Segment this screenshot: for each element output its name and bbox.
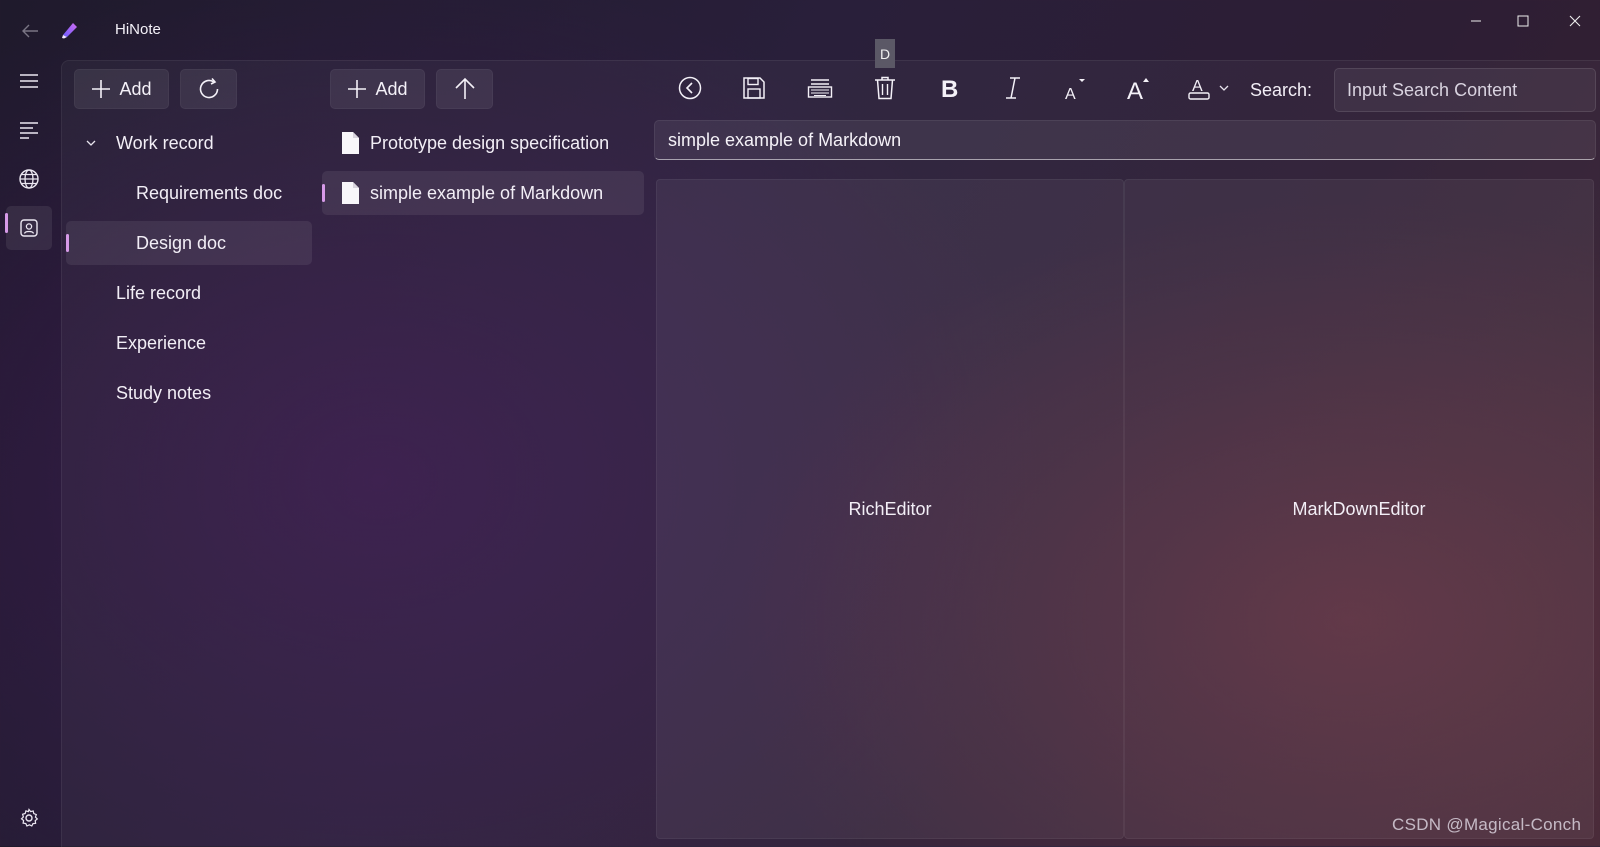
selection-indicator bbox=[66, 234, 69, 252]
list-lines-icon bbox=[20, 122, 38, 139]
tree-item-label: Experience bbox=[116, 333, 207, 353]
note-title-input[interactable] bbox=[654, 120, 1596, 160]
svg-text:A: A bbox=[1065, 86, 1076, 101]
globe-icon bbox=[19, 169, 39, 189]
keyboard-button[interactable] bbox=[800, 68, 840, 108]
tree-item-label: Life record bbox=[116, 283, 202, 303]
chevron-down-icon bbox=[86, 140, 96, 146]
save-button[interactable] bbox=[734, 68, 774, 108]
back-circle-icon bbox=[678, 76, 702, 100]
document-icon bbox=[342, 132, 359, 154]
tree-item-label: Study notes bbox=[116, 383, 212, 403]
hamburger-icon bbox=[20, 74, 38, 88]
keyboard-icon bbox=[807, 79, 833, 98]
close-button[interactable] bbox=[1552, 6, 1598, 36]
nav-notes-list[interactable] bbox=[6, 108, 52, 152]
watermark: CSDN @Magical-Conch bbox=[1392, 815, 1582, 834]
tree-item-experience[interactable]: Experience bbox=[66, 321, 312, 365]
font-size-increase-icon: A bbox=[1127, 78, 1149, 101]
tree-item-work-record[interactable]: Work record bbox=[66, 121, 312, 165]
delete-button[interactable] bbox=[865, 68, 905, 108]
maximize-button[interactable] bbox=[1500, 6, 1546, 36]
bold-icon: B bbox=[941, 76, 958, 100]
minimize-icon bbox=[1471, 20, 1481, 22]
tree-item-life-record[interactable]: Life record bbox=[66, 271, 312, 315]
font-size-increase-button[interactable]: A bbox=[1119, 68, 1159, 108]
note-item-prototype-design[interactable]: Prototype design specification bbox=[322, 121, 644, 165]
tree-item-design-doc[interactable]: Design doc bbox=[66, 221, 312, 265]
selection-indicator bbox=[322, 184, 325, 202]
font-size-decrease-button[interactable]: A bbox=[1056, 68, 1096, 108]
italic-icon bbox=[1006, 77, 1020, 99]
note-item-label: Prototype design specification bbox=[370, 133, 610, 153]
document-icon bbox=[342, 182, 359, 204]
add-category-button[interactable]: Add bbox=[74, 69, 169, 109]
nav-selection-indicator bbox=[5, 213, 8, 233]
search-label: Search: bbox=[1250, 80, 1313, 100]
markdown-editor-pane[interactable]: MarkDownEditor bbox=[1124, 179, 1594, 839]
plus-icon bbox=[348, 80, 367, 98]
note-item-label: simple example of Markdown bbox=[370, 183, 604, 203]
font-color-button[interactable]: A bbox=[1180, 68, 1236, 108]
refresh-button[interactable] bbox=[180, 69, 237, 109]
chevron-down-icon bbox=[1219, 85, 1229, 91]
add-note-label: Add bbox=[375, 78, 408, 99]
rich-editor-label: RichEditor bbox=[848, 498, 932, 519]
settings-button[interactable] bbox=[6, 796, 52, 840]
tree-item-study-notes[interactable]: Study notes bbox=[66, 371, 312, 415]
arrow-left-icon bbox=[22, 24, 38, 38]
app-logo-icon bbox=[58, 18, 82, 42]
tree-item-label: Design doc bbox=[136, 233, 227, 253]
nav-web[interactable] bbox=[6, 157, 52, 201]
delete-icon bbox=[875, 76, 895, 100]
font-color-icon: A bbox=[1188, 78, 1210, 100]
save-icon bbox=[743, 77, 765, 99]
tree-item-label: Work record bbox=[116, 133, 214, 153]
back-note-button[interactable] bbox=[670, 68, 710, 108]
svg-text:A: A bbox=[1127, 78, 1143, 101]
nav-contacts[interactable] bbox=[6, 206, 52, 250]
gear-icon bbox=[20, 808, 39, 827]
refresh-icon bbox=[199, 77, 218, 99]
font-size-decrease-icon: A bbox=[1065, 79, 1085, 101]
minimize-button[interactable] bbox=[1453, 6, 1499, 36]
hamburger-menu-button[interactable] bbox=[6, 59, 52, 103]
tree-item-label: Requirements doc bbox=[136, 183, 283, 203]
note-item-markdown-example[interactable]: simple example of Markdown bbox=[322, 171, 644, 215]
search-input[interactable] bbox=[1334, 68, 1596, 112]
back-button[interactable] bbox=[14, 16, 46, 46]
move-up-button[interactable] bbox=[436, 69, 493, 109]
svg-text:B: B bbox=[941, 76, 958, 100]
add-category-label: Add bbox=[119, 78, 152, 99]
app-title: HiNote bbox=[115, 21, 161, 38]
plus-icon bbox=[92, 80, 111, 98]
tree-item-requirements-doc[interactable]: Requirements doc bbox=[66, 171, 312, 215]
contact-card-icon bbox=[20, 219, 38, 237]
rich-editor-pane[interactable]: RichEditor bbox=[656, 179, 1124, 839]
bold-button[interactable]: B bbox=[929, 68, 969, 108]
tooltip: D bbox=[875, 39, 895, 68]
italic-button[interactable] bbox=[993, 68, 1033, 108]
markdown-editor-label: MarkDownEditor bbox=[1292, 498, 1426, 519]
add-note-button[interactable]: Add bbox=[330, 69, 425, 109]
arrow-up-icon bbox=[454, 77, 475, 99]
maximize-icon bbox=[1517, 15, 1529, 27]
close-icon bbox=[1569, 15, 1581, 27]
title-bar bbox=[0, 0, 1600, 60]
